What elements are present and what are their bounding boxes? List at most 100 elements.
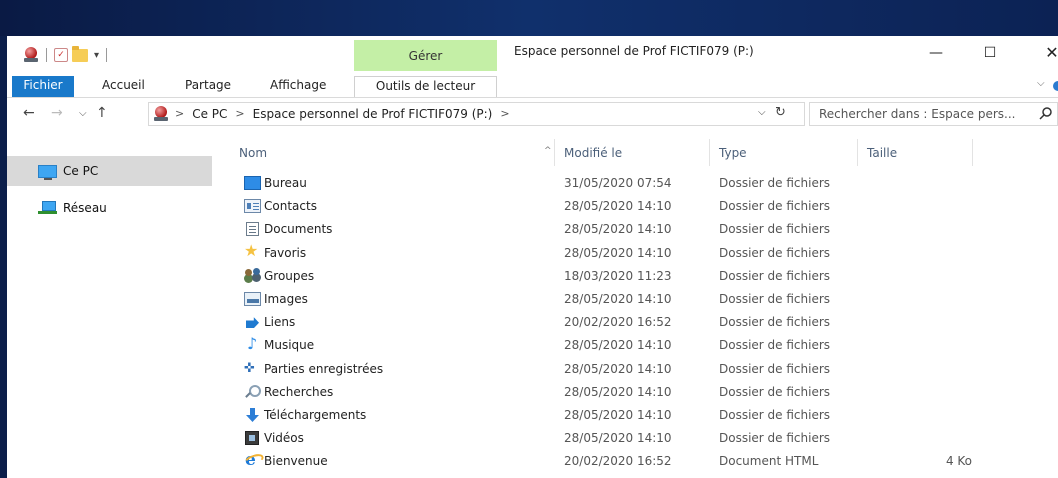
file-name: Recherches	[264, 384, 334, 399]
column-divider[interactable]	[709, 139, 710, 166]
file-row[interactable]: ✜ Parties enregistrées 28/05/2020 14:10 Dos…	[212, 358, 1058, 380]
pictures-folder-icon	[244, 292, 261, 306]
file-modified-date: 28/05/2020 14:10	[564, 245, 672, 260]
navigation-pane: Ce PC Réseau	[7, 136, 212, 478]
file-name: Bureau	[264, 176, 307, 190]
toolbar-separator	[46, 48, 47, 62]
column-divider[interactable]	[972, 139, 973, 166]
column-size[interactable]: Taille	[867, 146, 897, 160]
file-type: Dossier de fichiers	[719, 361, 831, 376]
breadcrumb-separator[interactable]: >	[500, 107, 509, 121]
customize-toolbar-icon[interactable]: ▾	[94, 50, 99, 61]
search-icon[interactable]	[1039, 106, 1053, 120]
close-button[interactable]: ✕	[1029, 40, 1058, 66]
file-modified-date: 20/02/2020 16:52	[564, 454, 672, 469]
expand-ribbon-icon[interactable]: ⌵	[1037, 78, 1045, 89]
refresh-button[interactable]: ↻	[775, 105, 786, 120]
file-type: Dossier de fichiers	[719, 431, 831, 446]
address-history-dropdown[interactable]: ⌵	[758, 107, 766, 118]
monitor-icon	[38, 165, 57, 180]
file-row[interactable]: Documents 28/05/2020 14:10 Dossier de fich…	[212, 218, 1058, 240]
file-row[interactable]: Vidéos 28/05/2020 14:10 Dossier de fichier…	[212, 427, 1058, 449]
file-row[interactable]: Images 28/05/2020 14:10 Dossier de fichier…	[212, 288, 1058, 310]
drive-icon[interactable]	[23, 47, 39, 63]
nav-item-ce-pc[interactable]: Ce PC	[7, 156, 212, 186]
tab-share[interactable]: Partage	[185, 76, 231, 97]
file-modified-date: 20/02/2020 16:52	[564, 315, 672, 330]
breadcrumb-separator[interactable]: >	[235, 107, 244, 121]
properties-icon[interactable]: ✓	[54, 48, 68, 62]
recent-locations-button[interactable]: ⌵	[79, 108, 87, 119]
contacts-folder-icon	[244, 199, 261, 214]
file-row[interactable]: ♪ Musique 28/05/2020 14:10 Dossier de fichi…	[212, 334, 1058, 356]
sort-ascending-icon: ^	[544, 146, 552, 156]
file-row[interactable]: Bureau 31/05/2020 07:54 Dossier de fichier…	[212, 172, 1058, 194]
breadcrumb-personal-space[interactable]: Espace personnel de Prof FICTIF079 (P:)	[253, 107, 493, 121]
forward-button[interactable]: →	[51, 105, 63, 121]
search-input[interactable]: Rechercher dans : Espace pers...	[819, 107, 1016, 121]
file-modified-date: 28/05/2020 14:10	[564, 361, 672, 376]
internet-explorer-icon	[244, 450, 261, 470]
file-row[interactable]: Groupes 18/03/2020 11:23 Dossier de fichie…	[212, 265, 1058, 287]
file-name: Favoris	[264, 245, 307, 260]
column-type[interactable]: Type	[719, 146, 747, 160]
tab-home[interactable]: Accueil	[102, 76, 145, 97]
file-row[interactable]: Téléchargements 28/05/2020 14:10 Dossier d…	[212, 404, 1058, 426]
music-note-icon: ♪	[247, 334, 258, 354]
file-type: Dossier de fichiers	[719, 384, 831, 399]
up-button[interactable]: ↑	[96, 105, 108, 121]
file-type: Dossier de fichiers	[719, 292, 831, 306]
breadcrumb-separator[interactable]: >	[175, 107, 184, 121]
file-row[interactable]: Contacts 28/05/2020 14:10 Dossier de fichi…	[212, 195, 1058, 217]
videos-folder-icon	[245, 431, 259, 446]
tab-view[interactable]: Affichage	[270, 76, 326, 97]
file-modified-date: 28/05/2020 14:10	[564, 292, 672, 306]
nav-item-label: Ce PC	[63, 164, 99, 178]
file-row[interactable]: ★ Favoris 28/05/2020 14:10 Dossier de fichi…	[212, 242, 1058, 264]
file-name: Téléchargements	[264, 408, 367, 422]
file-modified-date: 28/05/2020 14:10	[564, 222, 672, 237]
address-bar[interactable]: > Ce PC > Espace personnel de Prof FICTI…	[148, 102, 805, 126]
file-modified-date: 28/05/2020 14:10	[564, 384, 672, 399]
breadcrumb-ce-pc[interactable]: Ce PC	[192, 107, 227, 121]
column-name[interactable]: Nom	[239, 146, 267, 160]
column-divider[interactable]	[554, 139, 555, 166]
file-modified-date: 28/05/2020 14:10	[564, 199, 672, 214]
tab-file[interactable]: Fichier	[12, 76, 74, 97]
file-name: Bienvenue	[264, 454, 328, 469]
new-folder-icon[interactable]	[72, 45, 88, 62]
navigation-bar: ← → ⌵ ↑ > Ce PC > Espace personnel de Pr…	[7, 102, 1058, 130]
file-name: Contacts	[264, 199, 317, 214]
column-modified[interactable]: Modifié le	[564, 146, 622, 160]
file-modified-date: 28/05/2020 14:10	[564, 338, 672, 353]
file-type: Document HTML	[719, 454, 819, 469]
drive-icon	[153, 106, 169, 122]
search-box[interactable]: Rechercher dans : Espace pers...	[809, 102, 1058, 126]
file-name: Parties enregistrées	[264, 361, 384, 376]
file-row[interactable]: Recherches 28/05/2020 14:10 Dossier de fic…	[212, 381, 1058, 403]
nav-item-reseau[interactable]: Réseau	[7, 193, 212, 223]
file-modified-date: 28/05/2020 14:10	[564, 408, 672, 422]
column-divider[interactable]	[857, 139, 858, 166]
file-row[interactable]: Bienvenue 20/02/2020 16:52 Document HTML 4 …	[212, 450, 1058, 472]
file-name: Images	[264, 292, 308, 306]
tab-manage[interactable]: Gérer	[354, 40, 497, 71]
maximize-button[interactable]: ☐	[967, 40, 1013, 66]
file-type: Dossier de fichiers	[719, 222, 831, 237]
file-type: Dossier de fichiers	[719, 338, 831, 353]
help-icon[interactable]	[1053, 81, 1058, 91]
tab-drive-tools[interactable]: Outils de lecteur	[354, 76, 497, 97]
file-type: Dossier de fichiers	[719, 315, 831, 330]
back-button[interactable]: ←	[23, 105, 35, 121]
minimize-button[interactable]: —	[913, 40, 959, 66]
quick-access-toolbar: ✓ ▾	[23, 45, 110, 63]
file-row[interactable]: Liens 20/02/2020 16:52 Dossier de fichiers	[212, 311, 1058, 333]
desktop-background	[0, 0, 1058, 36]
toolbar-separator	[106, 48, 108, 62]
window-title: Espace personnel de Prof FICTIF079 (P:)	[514, 44, 754, 58]
file-modified-date: 18/03/2020 11:23	[564, 268, 672, 283]
ribbon-tabs: Fichier Accueil Partage Affichage Outils…	[7, 76, 1058, 97]
ribbon-divider	[7, 97, 1058, 98]
file-type: Dossier de fichiers	[719, 408, 831, 422]
nav-item-label: Réseau	[63, 201, 107, 215]
